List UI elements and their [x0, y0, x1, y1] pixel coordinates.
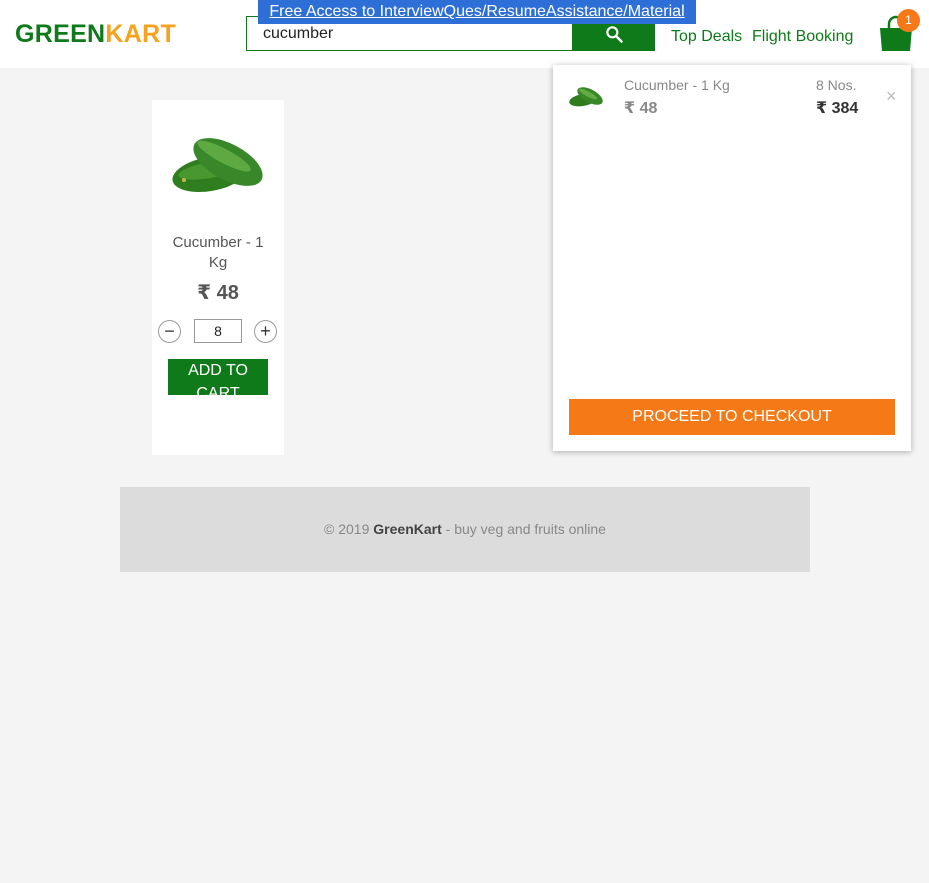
footer-copyright: © 2019 — [324, 521, 370, 537]
product-price: ₹ 48 — [197, 282, 239, 304]
flight-booking-link[interactable]: Flight Booking — [752, 28, 853, 46]
cart-item-price: ₹ 48 — [624, 100, 658, 117]
logo-orange: KART — [105, 20, 177, 48]
cucumber-image — [172, 138, 263, 192]
close-icon[interactable]: × — [886, 86, 897, 107]
promo-link[interactable]: Free Access to InterviewQues/ResumeAssis… — [258, 0, 696, 24]
top-deals-link[interactable]: Top Deals — [671, 28, 742, 46]
logo: GREENKART — [15, 20, 176, 49]
decrement-button[interactable]: − — [158, 320, 181, 343]
proceed-to-checkout-button[interactable]: PROCEED TO CHECKOUT — [569, 399, 895, 435]
cart-item-name: Cucumber - 1 Kg — [624, 77, 730, 93]
footer-tagline: - buy veg and fruits online — [445, 521, 606, 537]
increment-button[interactable]: + — [254, 320, 277, 343]
product-name: Cucumber - 1 Kg — [172, 234, 264, 271]
quantity-input[interactable]: 8 — [194, 319, 242, 343]
cart-count-badge: 1 — [897, 9, 920, 32]
cart-preview: Cucumber - 1 Kg ₹ 48 8 Nos. ₹ 384 × PROC… — [553, 65, 911, 451]
add-to-cart-button[interactable]: ADD TO CART — [168, 359, 268, 395]
cucumber-image — [569, 87, 603, 107]
footer-brand: GreenKart — [373, 521, 442, 537]
header: GREENKART Free Access to InterviewQues/R… — [0, 0, 929, 68]
footer: © 2019 GreenKart - buy veg and fruits on… — [120, 487, 810, 572]
search-icon — [605, 25, 623, 43]
cart-item-quantity: 8 Nos. — [816, 77, 857, 93]
logo-green: GREEN — [15, 20, 106, 48]
cart-item-total: ₹ 384 — [816, 100, 859, 117]
product-card: Cucumber - 1 Kg ₹ 48 − 8 + ADD TO CART — [152, 100, 284, 455]
